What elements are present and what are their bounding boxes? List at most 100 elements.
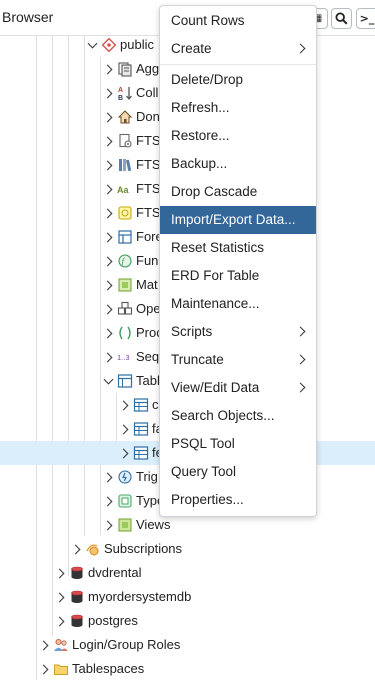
menu-item-view-edit-data[interactable]: View/Edit Data [160,374,316,402]
fts-parser-icon: Aa [117,181,133,197]
tree-node-myordersystemdb[interactable]: myordersystemdb [0,585,375,609]
chevron-right-icon[interactable] [38,633,50,657]
roles-icon [53,637,69,653]
chevron-down-icon[interactable] [102,369,114,393]
tree-node-label: Trig [136,469,158,484]
terminal-icon: >_ [359,12,375,25]
chevron-right-icon[interactable] [54,609,66,633]
menu-item-label: PSQL Tool [171,436,235,451]
svg-text:B: B [118,95,123,101]
psql-tool-button[interactable]: >_ [356,8,375,29]
tree-node-label: dvdrental [88,565,142,580]
menu-item-query-tool[interactable]: Query Tool [160,458,316,486]
foreign-table-icon [117,229,133,245]
menu-item-label: Truncate [171,352,224,367]
chevron-right-icon[interactable] [102,201,114,225]
chevron-right-icon[interactable] [102,81,114,105]
tree-node-label: Coll [136,85,159,100]
database-icon [69,589,85,605]
tree-node-login-roles[interactable]: Login/Group Roles [0,633,375,657]
menu-item-scripts[interactable]: Scripts [160,318,316,346]
chevron-right-icon[interactable] [102,105,114,129]
menu-item-label: View/Edit Data [171,380,260,395]
tree-node-dvdrental[interactable]: dvdrental [0,561,375,585]
menu-item-label: Scripts [171,324,213,339]
chevron-right-icon[interactable] [38,657,50,681]
chevron-right-icon[interactable] [102,297,114,321]
menu-item-psql-tool[interactable]: PSQL Tool [160,430,316,458]
chevron-right-icon [295,354,306,365]
menu-item-label: Maintenance... [171,296,260,311]
chevron-down-icon[interactable] [86,33,98,57]
tree-node-label: postgres [88,613,138,628]
menu-item-label: Count Rows [171,13,245,28]
chevron-right-icon[interactable] [118,417,130,441]
chevron-right-icon[interactable] [54,585,66,609]
fts-configuration-icon [117,133,133,149]
fts-dictionary-icon [117,157,133,173]
chevron-right-icon[interactable] [54,561,66,585]
menu-item-backup[interactable]: Backup... [160,150,316,178]
tree-node-label: Mat [136,277,158,292]
chevron-right-icon [295,326,306,337]
chevron-right-icon[interactable] [102,225,114,249]
svg-text:1..3: 1..3 [117,353,130,362]
menu-item-delete-drop[interactable]: Delete/Drop [160,66,316,94]
menu-item-truncate[interactable]: Truncate [160,346,316,374]
procedure-icon [117,325,133,341]
tree-node-subscriptions[interactable]: Subscriptions [0,537,375,561]
tree-node-tablespaces[interactable]: Tablespaces [0,657,375,681]
menu-item-drop-cascade[interactable]: Drop Cascade [160,178,316,206]
search-button[interactable] [331,8,352,29]
chevron-right-icon[interactable] [102,177,114,201]
menu-separator [160,64,316,65]
sequence-icon: 1..3 [117,349,133,365]
menu-item-label: Properties... [171,492,244,507]
menu-item-label: Create [171,41,212,56]
domain-icon [117,109,133,125]
menu-item-count-rows[interactable]: Count Rows [160,7,316,35]
menu-item-label: Delete/Drop [171,72,244,87]
tree-node-label: Ope [136,301,161,316]
table-icon [133,421,149,437]
chevron-right-icon[interactable] [102,153,114,177]
tree-node-label: c [152,397,159,412]
menu-item-label: Drop Cascade [171,184,258,199]
chevron-right-icon[interactable] [102,465,114,489]
menu-item-refresh[interactable]: Refresh... [160,94,316,122]
search-icon [335,12,348,25]
chevron-right-icon[interactable] [102,129,114,153]
chevron-right-icon[interactable] [102,321,114,345]
menu-item-create[interactable]: Create [160,35,316,63]
menu-item-label: Restore... [171,128,230,143]
chevron-right-icon[interactable] [118,441,130,465]
chevron-right-icon[interactable] [102,345,114,369]
chevron-right-icon[interactable] [102,57,114,81]
menu-item-import-export-data[interactable]: Import/Export Data... [160,206,316,234]
menu-item-search-objects[interactable]: Search Objects... [160,402,316,430]
trigger-function-icon [117,469,133,485]
tree-node-postgres[interactable]: postgres [0,609,375,633]
chevron-right-icon[interactable] [102,249,114,273]
chevron-right-icon[interactable] [70,537,82,561]
tree-node-label: Views [136,517,171,532]
tree-node-label: Tablespaces [72,661,145,676]
menu-item-restore[interactable]: Restore... [160,122,316,150]
chevron-right-icon[interactable] [102,513,114,537]
menu-item-erd-for-table[interactable]: ERD For Table [160,262,316,290]
database-icon [69,613,85,629]
chevron-right-icon[interactable] [102,273,114,297]
menu-item-reset-statistics[interactable]: Reset Statistics [160,234,316,262]
menu-item-maintenance[interactable]: Maintenance... [160,290,316,318]
chevron-right-icon[interactable] [102,489,114,513]
type-icon [117,493,133,509]
menu-item-properties[interactable]: Properties... [160,486,316,514]
function-icon: f [117,253,133,269]
tree-node-label: FTS [136,181,161,196]
tree-node-label: myordersystemdb [88,589,192,604]
chevron-right-icon[interactable] [118,393,130,417]
menu-item-label: Search Objects... [171,408,275,423]
table-icon [133,397,149,413]
menu-item-label: Refresh... [171,100,230,115]
tree-node-label: Agg [136,61,160,76]
